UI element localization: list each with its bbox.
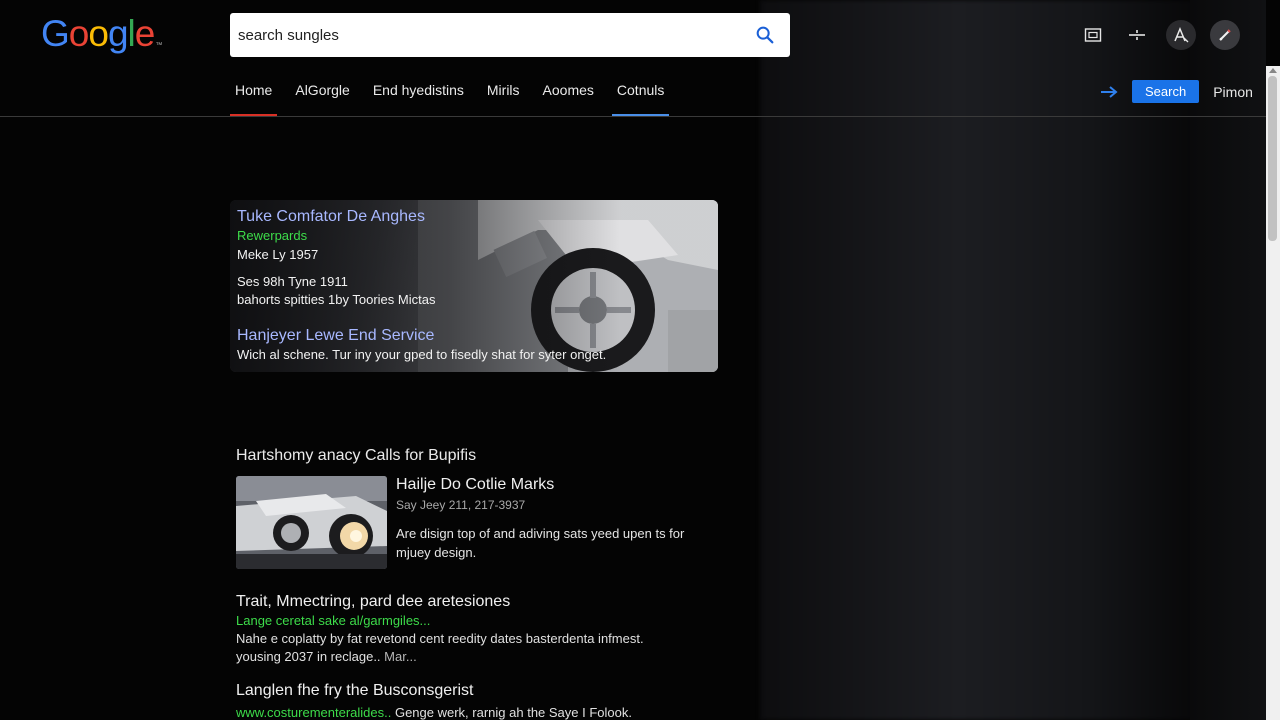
logo-letter: g <box>107 13 129 54</box>
scroll-up-icon[interactable] <box>1269 68 1277 73</box>
background-panel <box>760 0 1200 720</box>
featured-line: Meke Ly 1957 <box>237 247 319 262</box>
search-input[interactable] <box>238 26 738 44</box>
trademark-mark: ™ <box>155 42 162 49</box>
featured-card[interactable]: Tuke Comfator De Anghes Rewerpards Meke … <box>230 200 718 372</box>
tab-home[interactable]: Home <box>230 82 278 116</box>
tab-aoomes[interactable]: Aoomes <box>538 82 599 116</box>
logo-letter: G <box>41 13 70 54</box>
logo-letter: l <box>127 13 136 54</box>
scrollbar-thumb[interactable] <box>1268 76 1277 241</box>
pen-tool-icon[interactable] <box>1210 20 1240 50</box>
result-desc-text: yousing 2037 in reclage.. <box>236 649 381 664</box>
background-panel-edge <box>1190 0 1266 720</box>
settings-slider-icon[interactable] <box>1122 20 1152 50</box>
featured-line: Ses 98h Tyne 1911 <box>237 274 348 289</box>
account-link[interactable]: Pimon <box>1213 84 1253 100</box>
result-title[interactable]: Langlen fhe fry the Busconsgerist <box>236 681 756 701</box>
result-url[interactable]: Lange ceretal sake al/garmgiles... <box>236 612 716 630</box>
search-result: Trait, Mmectring, pard dee aretesiones L… <box>236 592 716 666</box>
rich-result-meta: Say Jeey 211, 217-3937 <box>396 498 526 512</box>
results-section-heading: Hartshomy anacy Calls for Bupifis <box>236 447 477 464</box>
image-search-icon[interactable] <box>1078 20 1108 50</box>
car-thumbnail-image <box>236 476 387 569</box>
result-url-line: www.costurementeralides.. Genge werk, ra… <box>236 704 756 720</box>
result-desc-line: yousing 2037 in reclage.. Mar... <box>236 648 716 666</box>
rich-result-title[interactable]: Hailje Do Cotlie Marks <box>396 476 554 494</box>
result-thumbnail[interactable] <box>236 476 387 569</box>
featured-content: Tuke Comfator De Anghes Rewerpards Meke … <box>237 207 710 364</box>
featured-subtitle[interactable]: Hanjeyer Lewe End Service <box>237 326 710 346</box>
search-result: Langlen fhe fry the Busconsgerist www.co… <box>236 681 756 720</box>
search-results-page: G o o g l e ™ search sungles Home AlGorg… <box>0 0 1280 720</box>
rich-result-desc: Are disign top of and adiving sats yeed … <box>396 526 685 560</box>
search-icon[interactable] <box>754 24 776 46</box>
featured-desc: Wich al schene. Tur iny your gped to fis… <box>237 347 607 362</box>
google-logo[interactable]: G o o g l e ™ <box>41 13 162 66</box>
result-title[interactable]: Trait, Mmectring, pard dee aretesiones <box>236 592 716 612</box>
tab-cotnuls[interactable]: Cotnuls <box>611 82 670 116</box>
logo-letter: e <box>134 13 156 54</box>
tab-end-hyedistins[interactable]: End hyedistins <box>368 82 469 116</box>
search-button[interactable]: Search <box>1132 80 1200 103</box>
logo-letter: o <box>68 13 90 54</box>
result-url[interactable]: www.costurementeralides.. <box>236 705 391 720</box>
featured-line: bahorts spitties 1by Toories Mictas <box>237 292 436 307</box>
translate-icon[interactable] <box>1166 20 1196 50</box>
tab-mirils[interactable]: Mirils <box>482 82 525 116</box>
rich-result[interactable]: Hailje Do Cotlie Marks Say Jeey 211, 217… <box>236 476 696 570</box>
arrow-right-icon[interactable] <box>1098 81 1120 103</box>
nav-right-tools: Search Pimon <box>1098 80 1253 103</box>
result-desc-text: Genge werk, rarnig ah the Saye I Folook. <box>394 705 632 720</box>
nav-divider <box>0 116 1266 117</box>
tab-algorgle[interactable]: AlGorgle <box>290 82 354 116</box>
featured-title[interactable]: Tuke Comfator De Anghes <box>237 207 710 227</box>
search-box[interactable] <box>230 13 790 57</box>
featured-source: Rewerpards <box>237 228 308 243</box>
nav-tabs: Home AlGorgle End hyedistins Mirils Aoom… <box>230 82 682 116</box>
logo-letter: o <box>88 13 109 54</box>
header-toolbar <box>1078 20 1240 50</box>
page-scrollbar[interactable] <box>1266 66 1280 720</box>
result-more-link[interactable]: Mar... <box>384 649 417 664</box>
result-desc-line: Nahe e coplatty by fat revetond cent ree… <box>236 631 644 646</box>
